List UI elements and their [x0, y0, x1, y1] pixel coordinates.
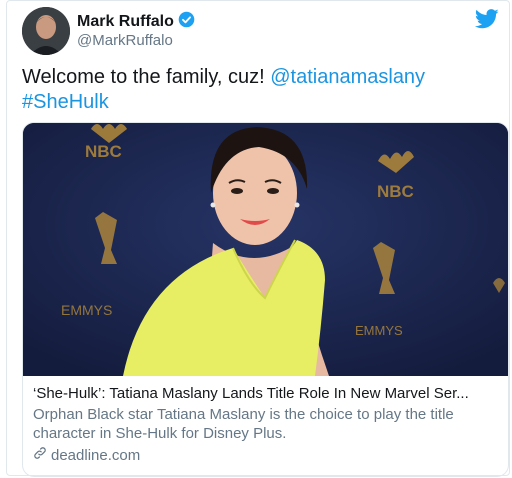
- tweet-text-body: Welcome to the family, cuz!: [22, 66, 271, 88]
- author-name-text[interactable]: Mark Ruffalo: [77, 13, 174, 31]
- link-icon: [33, 446, 47, 465]
- hashtag-link[interactable]: #SheHulk: [22, 91, 109, 113]
- avatar[interactable]: [22, 7, 70, 55]
- twitter-bird-icon[interactable]: [474, 9, 499, 34]
- tweet-text: Welcome to the family, cuz! @tatianamasl…: [22, 65, 492, 115]
- emmys-text-right: EMMYS: [355, 323, 403, 338]
- tweet-card: Mark Ruffalo @MarkRuffalo Welcome to the…: [6, 0, 510, 477]
- card-body[interactable]: ‘She-Hulk’: Tatiana Maslany Lands Title …: [23, 376, 508, 473]
- nbc-text-right: NBC: [377, 182, 414, 201]
- card-title[interactable]: ‘She-Hulk’: Tatiana Maslany Lands Title …: [33, 384, 498, 403]
- verified-badge-icon: [178, 11, 195, 33]
- author-handle[interactable]: @MarkRuffalo: [77, 32, 173, 49]
- nbc-text-left: NBC: [85, 142, 122, 161]
- link-preview-card[interactable]: NBC NBC EMMYS EMMYS ‘She-Hulk’: Tatiana …: [22, 122, 509, 477]
- card-image[interactable]: NBC NBC EMMYS EMMYS: [23, 123, 508, 376]
- card-description: Orphan Black star Tatiana Maslany is the…: [33, 406, 454, 442]
- card-domain[interactable]: deadline.com: [33, 446, 498, 465]
- mention-link[interactable]: @tatianamaslany: [270, 66, 425, 88]
- card-domain-text[interactable]: deadline.com: [51, 446, 140, 465]
- author-name[interactable]: Mark Ruffalo: [77, 11, 195, 33]
- emmys-text-left: EMMYS: [61, 302, 112, 318]
